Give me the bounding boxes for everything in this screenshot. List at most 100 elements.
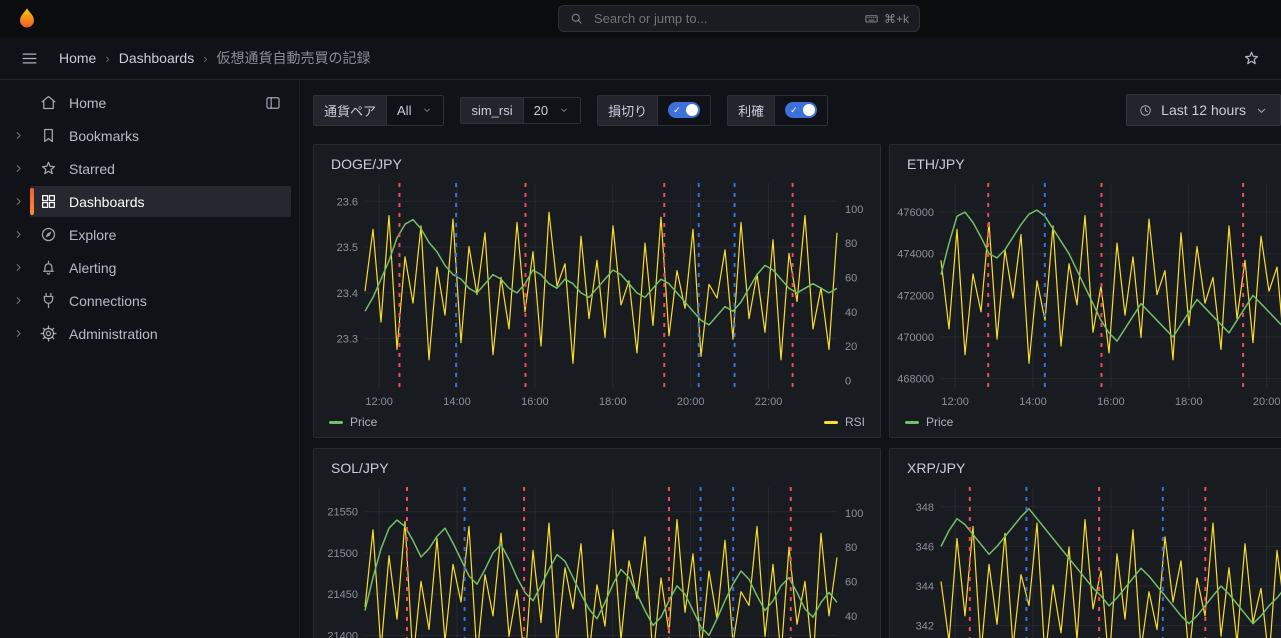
panel-eth-jpy: ETH/JPY46800047000047200047400047600012:… [889,144,1281,438]
chevron-right-icon[interactable] [6,256,30,280]
gear-icon [39,324,58,343]
star-icon [39,159,58,178]
svg-text:80: 80 [845,238,857,250]
sidebar-item-home[interactable]: Home [0,86,299,119]
svg-text:21400: 21400 [327,630,358,638]
top-bar: ⌘+k [0,0,1281,37]
chevron-right-icon[interactable] [6,124,30,148]
svg-text:40: 40 [845,611,857,623]
time-range-picker[interactable]: Last 12 hours [1126,94,1281,126]
svg-text:348: 348 [916,502,934,514]
stop-loss-toggle[interactable] [668,102,700,118]
keyboard-icon [864,11,879,26]
search-icon [569,11,584,26]
svg-text:474000: 474000 [897,249,934,261]
search-input[interactable] [592,10,856,27]
panel-sol-jpy: SOL/JPY2140021450215002155012:0014:0016:… [313,448,881,638]
sidebar-item-connections[interactable]: Connections [0,284,299,317]
panel-legend: Price RSI [321,413,873,429]
svg-text:100: 100 [845,204,863,216]
panel-title[interactable]: XRP/JPY [897,455,1281,481]
chevron-down-icon [558,104,570,116]
breadcrumb-dashboards[interactable]: Dashboards [119,50,195,66]
sidebar: HomeBookmarksStarred Dashboards Explore Ale… [0,80,300,638]
panel-xrp-jpy: XRP/JPY34234434634812:0014:0016:0018:002… [889,448,1281,638]
dashboard-controls: 通貨ペア All sim_rsi 20 損切り 利確 [313,94,1281,126]
sim-rsi-filter-label: sim_rsi [460,97,522,124]
legend-series-color [329,421,343,424]
legend-item-rsi[interactable]: RSI [824,415,865,429]
dock-menu-icon[interactable] [264,94,282,112]
sidebar-item-label: Alerting [69,260,116,276]
svg-text:14:00: 14:00 [443,396,471,408]
legend-series-color [905,421,919,424]
sidebar-item-label: Dashboards [69,194,145,210]
panel-title[interactable]: SOL/JPY [321,455,873,481]
svg-text:12:00: 12:00 [365,396,393,408]
breadcrumb-separator-icon [203,51,207,66]
svg-text:23.6: 23.6 [337,196,358,208]
chart-plot-area[interactable]: 34234434634812:0014:0016:0018:0020:0022:… [897,481,1281,638]
svg-text:344: 344 [916,581,934,593]
chevron-right-icon[interactable] [6,157,30,181]
svg-text:14:00: 14:00 [1019,396,1047,408]
grafana-logo-icon[interactable] [14,6,40,32]
breadcrumb-home[interactable]: Home [59,50,96,66]
sidebar-item-label: Explore [69,227,116,243]
chart-plot-area[interactable]: 46800047000047200047400047600012:0014:00… [897,177,1281,413]
breadcrumb-separator-icon [105,51,109,66]
panel-legend: PriceRSI [897,413,1281,429]
svg-text:16:00: 16:00 [521,396,549,408]
chart-plot-area[interactable]: 2140021450215002155012:0014:0016:0018:00… [321,481,873,638]
chevron-down-icon [1254,103,1269,118]
clock-icon [1138,103,1153,118]
svg-text:12:00: 12:00 [941,396,969,408]
svg-text:470000: 470000 [897,332,934,344]
chevron-right-icon[interactable] [6,289,30,313]
chart-plot-area[interactable]: 23.323.423.523.612:0014:0016:0018:0020:0… [321,177,873,413]
panel-title[interactable]: ETH/JPY [897,151,1281,177]
bookmark-icon [39,126,58,145]
pair-filter-select[interactable]: All [386,95,444,126]
breadcrumb-current-page: 仮想通貨自動売買の記録 [217,48,371,68]
chevron-right-icon[interactable] [6,190,30,214]
sim-rsi-filter-select[interactable]: 20 [523,97,581,124]
menu-icon[interactable] [16,45,43,72]
svg-text:342: 342 [916,621,934,633]
svg-text:20:00: 20:00 [677,396,705,408]
svg-text:23.5: 23.5 [337,242,358,254]
chevron-down-icon [421,104,433,116]
global-search[interactable]: ⌘+k [558,5,920,32]
sidebar-item-dashboards[interactable]: Dashboards [0,185,299,218]
svg-text:60: 60 [845,272,857,284]
svg-text:60: 60 [845,576,857,588]
take-profit-toggle-wrap [774,95,828,126]
sidebar-item-bookmarks[interactable]: Bookmarks [0,119,299,152]
panel-grid: DOGE/JPY23.323.423.523.612:0014:0016:001… [313,144,1281,638]
take-profit-label: 利確 [727,95,774,126]
apps-icon [39,192,58,211]
take-profit-toggle-group: 利確 [727,95,828,126]
sidebar-item-explore[interactable]: Explore [0,218,299,251]
chevron-spacer [6,91,30,115]
sidebar-item-administration[interactable]: Administration [0,317,299,350]
compass-icon [39,225,58,244]
svg-text:22:00: 22:00 [755,396,783,408]
sidebar-item-alerting[interactable]: Alerting [0,251,299,284]
plug-icon [39,291,58,310]
legend-item-price[interactable]: Price [905,415,953,429]
legend-series-color [824,421,838,424]
panel-title[interactable]: DOGE/JPY [321,151,873,177]
svg-text:0: 0 [845,375,851,387]
sim-rsi-filter: sim_rsi 20 [460,97,581,124]
chevron-right-icon[interactable] [6,322,30,346]
take-profit-toggle[interactable] [785,102,817,118]
svg-text:16:00: 16:00 [1097,396,1125,408]
legend-series-label: Price [926,415,953,429]
legend-item-price[interactable]: Price [329,415,377,429]
sidebar-item-starred[interactable]: Starred [0,152,299,185]
chevron-right-icon[interactable] [6,223,30,247]
svg-text:346: 346 [916,541,934,553]
sidebar-item-label: Connections [69,293,147,309]
favorite-star-icon[interactable] [1238,45,1265,72]
